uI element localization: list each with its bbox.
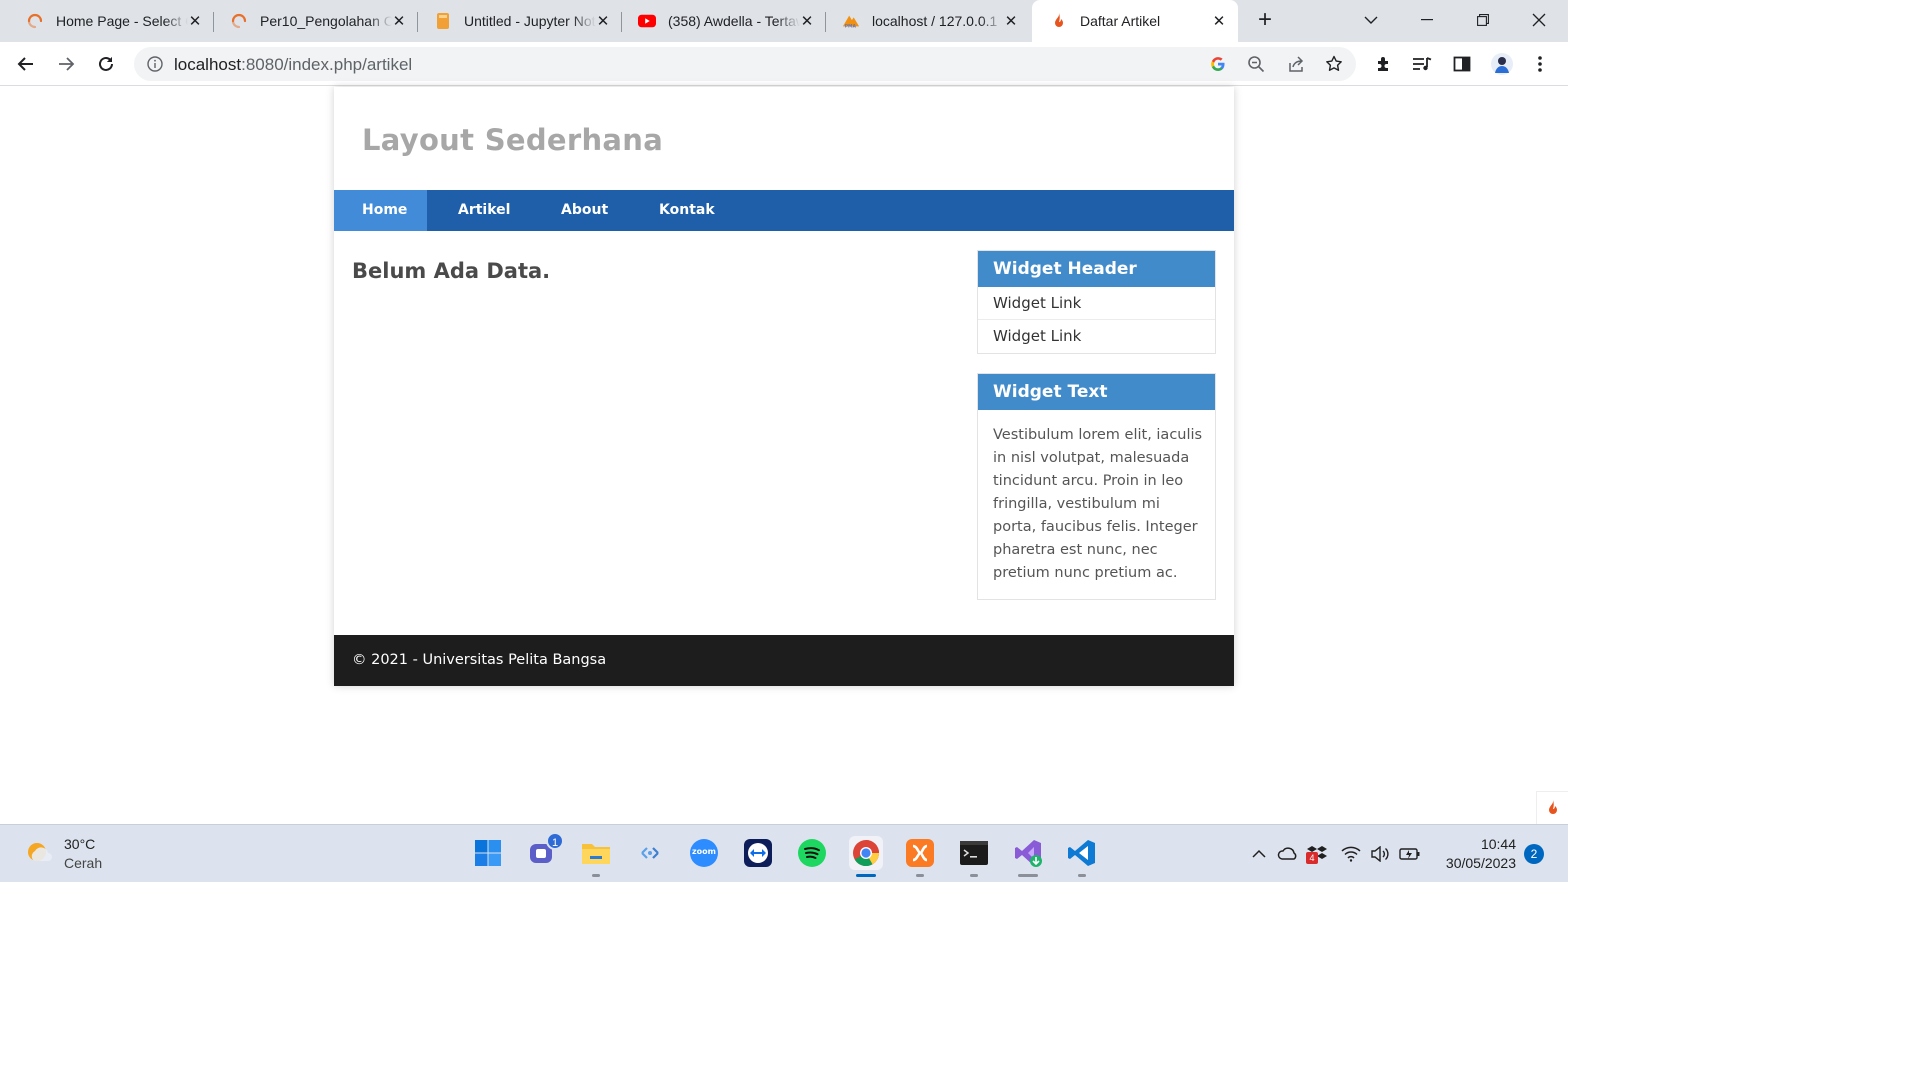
close-tab-icon[interactable]: ✕: [1210, 12, 1228, 30]
weather-temp: 30°C: [64, 836, 96, 852]
share-icon[interactable]: [1286, 54, 1306, 74]
file-explorer-icon[interactable]: [579, 836, 613, 877]
profile-avatar[interactable]: [1490, 52, 1514, 76]
bookmark-star-icon[interactable]: [1324, 54, 1344, 74]
windows-start-icon[interactable]: [471, 836, 505, 870]
close-tab-icon[interactable]: ✕: [1002, 12, 1020, 30]
visual-studio-icon[interactable]: [1011, 836, 1045, 877]
browser-tab[interactable]: Per10_Pengolahan Citra ✕: [212, 0, 418, 42]
teamviewer-icon[interactable]: [741, 836, 775, 870]
google-lens-icon[interactable]: [1208, 54, 1228, 74]
site-container: Layout Sederhana Home Artikel About Kont…: [334, 87, 1234, 686]
loading-spinner-icon: [26, 12, 44, 30]
extensions-puzzle-icon[interactable]: [1372, 52, 1396, 76]
vscode-icon[interactable]: [1065, 836, 1099, 877]
tab-title: Untitled - Jupyter Notebook: [464, 13, 596, 29]
url-host: localhost: [174, 55, 242, 74]
nav-link-about[interactable]: About: [528, 190, 627, 231]
new-tab-icon[interactable]: +: [1252, 8, 1278, 33]
widget-text: Widget Text Vestibulum lorem elit, iacul…: [977, 373, 1216, 600]
weather-widget[interactable]: 30°C Cerah: [24, 835, 102, 873]
widget-header: Widget Header: [978, 251, 1215, 287]
close-tab-icon[interactable]: ✕: [798, 12, 816, 30]
windows-taskbar: 30°C Cerah 1 zoom 4 10:44 30/05/2023 2: [0, 824, 1568, 882]
chevron-up-icon[interactable]: [1248, 843, 1270, 865]
close-tab-icon[interactable]: ✕: [186, 12, 204, 30]
tab-title: (358) Awdella - Tertawan: [668, 13, 800, 29]
clock-time: 10:44: [1480, 836, 1516, 852]
youtube-icon: [638, 12, 656, 30]
browser-tab[interactable]: (358) Awdella - Tertawan ✕: [620, 0, 826, 42]
terminal-icon[interactable]: [957, 836, 991, 877]
clock-date: 30/05/2023: [1445, 855, 1516, 871]
battery-charging-icon[interactable]: [1399, 843, 1421, 865]
window-close-icon[interactable]: [1526, 8, 1552, 32]
address-bar[interactable]: localhost:8080/index.php/artikel: [134, 47, 1356, 81]
jupyter-book-icon: [434, 12, 452, 30]
partly-sunny-icon: [24, 837, 54, 872]
onedrive-icon[interactable]: [1277, 843, 1299, 865]
restore-icon[interactable]: [1470, 8, 1496, 32]
xampp-icon[interactable]: [903, 836, 937, 877]
site-info-icon[interactable]: [146, 55, 164, 73]
chrome-menu-icon[interactable]: [1528, 52, 1552, 76]
widget-text-header: Widget Text: [978, 374, 1215, 410]
wifi-icon[interactable]: [1340, 843, 1362, 865]
zoom-out-icon[interactable]: [1246, 54, 1266, 74]
system-clock[interactable]: 10:44 30/05/2023: [1436, 835, 1516, 873]
browser-toolbar: localhost:8080/index.php/artikel: [0, 42, 1568, 86]
phpmyadmin-icon: PMA: [842, 12, 860, 30]
browser-tab[interactable]: PMA localhost / 127.0.0.1 ✕: [824, 0, 1030, 42]
widget-text-body: Vestibulum lorem elit, iaculis in nisl v…: [993, 427, 1203, 581]
page-viewport: Layout Sederhana Home Artikel About Kont…: [0, 87, 1568, 824]
url-path: :8080/index.php/artikel: [241, 55, 413, 74]
dropbox-icon[interactable]: 4: [1306, 843, 1328, 865]
site-footer: © 2021 - Universitas Pelita Bangsa: [334, 635, 1234, 686]
browser-tab-active[interactable]: Daftar Artikel ✕: [1032, 0, 1238, 42]
weather-desc: Cerah: [64, 855, 103, 871]
site-title: Layout Sederhana: [362, 123, 664, 157]
browser-tab[interactable]: Home Page - Select Course ✕: [8, 0, 214, 42]
volume-icon[interactable]: [1369, 843, 1391, 865]
widget-link[interactable]: Widget Link: [978, 287, 1215, 320]
browser-tab-strip: Home Page - Select Course ✕ Per10_Pengol…: [0, 0, 1568, 42]
main-content: Belum Ada Data.: [352, 259, 550, 283]
nav-link-kontak[interactable]: Kontak: [627, 190, 737, 231]
zoom-icon[interactable]: zoom: [687, 836, 721, 870]
tab-title: Daftar Artikel: [1080, 13, 1161, 29]
empty-data-message: Belum Ada Data.: [352, 259, 551, 283]
notification-count-badge[interactable]: 2: [1524, 844, 1544, 864]
tab-title: Per10_Pengolahan Citra: [260, 13, 392, 29]
side-panel-icon[interactable]: [1450, 52, 1474, 76]
forward-arrow-icon[interactable]: [54, 52, 78, 76]
codeigniter-flame-icon: [1050, 12, 1068, 30]
nav-link-artikel[interactable]: Artikel: [427, 190, 528, 231]
dropbox-badge: 4: [1306, 852, 1318, 864]
url-text: localhost:8080/index.php/artikel: [174, 55, 412, 75]
loading-spinner-icon: [230, 12, 248, 30]
reload-icon[interactable]: [94, 52, 118, 76]
zoom-label: zoom: [692, 847, 716, 856]
close-tab-icon[interactable]: ✕: [594, 12, 612, 30]
teams-badge: 1: [546, 832, 564, 850]
widget-link[interactable]: Widget Link: [978, 320, 1215, 353]
close-tab-icon[interactable]: ✕: [390, 12, 408, 30]
site-header: Layout Sederhana: [334, 87, 1234, 190]
back-arrow-icon[interactable]: [14, 52, 38, 76]
main-nav: Home Artikel About Kontak: [334, 190, 1234, 231]
xampp-control-icon[interactable]: [633, 836, 667, 870]
media-queue-icon[interactable]: [1410, 52, 1434, 76]
chrome-icon[interactable]: [849, 836, 883, 877]
codeigniter-debug-toolbar-icon[interactable]: [1536, 791, 1568, 824]
tab-search-icon[interactable]: [1358, 8, 1384, 32]
tab-title: Home Page - Select Course: [56, 13, 188, 29]
minimize-icon[interactable]: [1414, 8, 1440, 32]
widget-links: Widget Header Widget Link Widget Link: [977, 250, 1216, 354]
tab-title: localhost / 127.0.0.1: [872, 13, 998, 29]
teams-chat-icon[interactable]: 1: [525, 832, 564, 870]
nav-link-home[interactable]: Home: [334, 190, 427, 231]
svg-text:PMA: PMA: [845, 23, 857, 29]
spotify-icon[interactable]: [795, 836, 829, 870]
browser-tab[interactable]: Untitled - Jupyter Notebook ✕: [416, 0, 622, 42]
